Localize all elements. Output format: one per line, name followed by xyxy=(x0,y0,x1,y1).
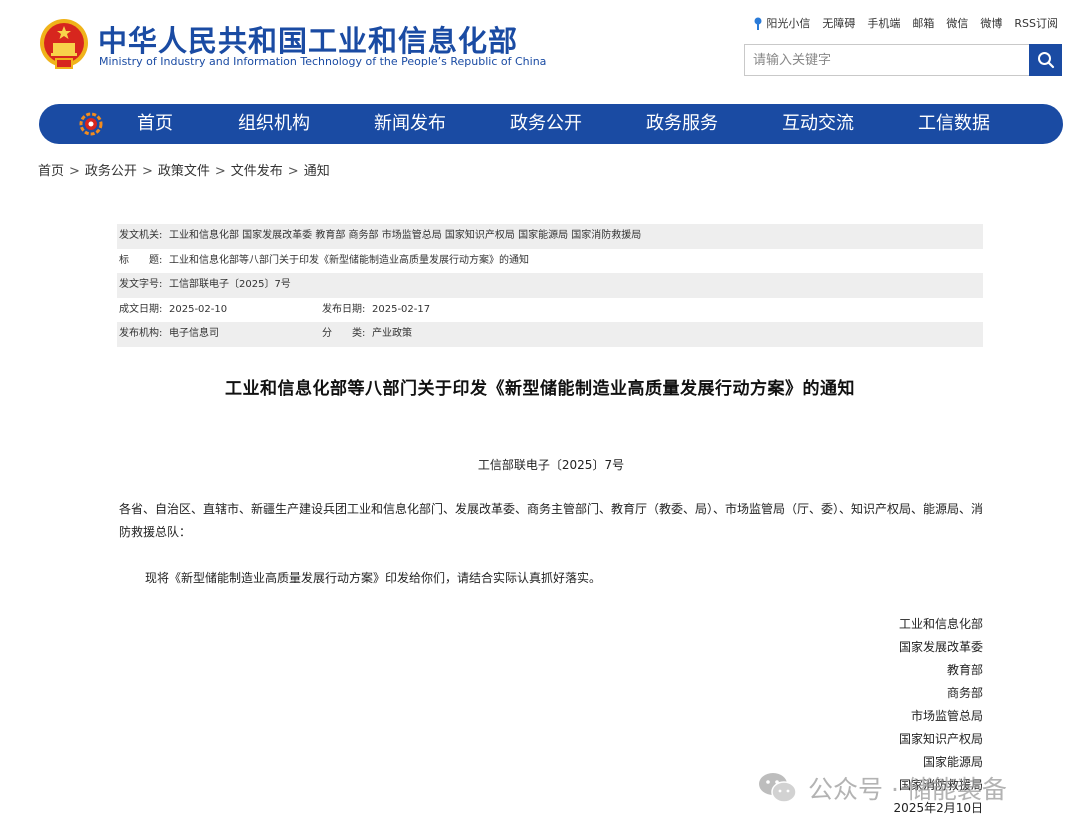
nav-item-news[interactable]: 新闻发布 xyxy=(374,104,446,144)
meta-row-doc-number: 发文字号: 工信部联电子〔2025〕7号 xyxy=(117,273,983,298)
top-link-accessibility[interactable]: 无障碍 xyxy=(822,15,855,31)
breadcrumb-separator: > xyxy=(214,164,226,179)
breadcrumb-notice[interactable]: 通知 xyxy=(304,164,330,179)
top-link-weibo[interactable]: 微博 xyxy=(980,15,1002,31)
signatory: 市场监管总局 xyxy=(910,709,983,723)
meta-value: 工业和信息化部 国家发展改革委 教育部 商务部 市场监管总局 国家知识产权局 国… xyxy=(169,230,642,241)
meta-label: 发文字号: xyxy=(119,279,163,290)
meta-label: 发布机构: xyxy=(119,328,163,339)
nav-item-government-affairs[interactable]: 政务公开 xyxy=(510,104,582,144)
main-nav: 首页 组织机构 新闻发布 政务公开 政务服务 互动交流 工信数据 xyxy=(39,104,1063,144)
search-box xyxy=(744,44,1062,76)
article-body: 现将《新型储能制造业高质量发展行动方案》印发给你们，请结合实际认真抓好落实。 xyxy=(145,571,602,585)
nav-item-data[interactable]: 工信数据 xyxy=(918,104,990,144)
breadcrumb-policy-documents[interactable]: 政策文件 xyxy=(158,164,210,179)
search-icon xyxy=(1037,52,1054,69)
site-subtitle: Ministry of Industry and Information Tec… xyxy=(99,55,547,68)
search-input[interactable] xyxy=(745,45,1029,75)
watermark: 公众号 · 储能装备 xyxy=(758,770,1007,806)
wechat-icon xyxy=(759,773,797,803)
signatory: 国家发展改革委 xyxy=(898,640,983,654)
meta-label: 标 题: xyxy=(119,254,163,266)
document-metadata: 发文机关: 工业和信息化部 国家发展改革委 教育部 商务部 市场监管总局 国家知… xyxy=(117,224,983,347)
breadcrumb-document-release[interactable]: 文件发布 xyxy=(231,164,283,179)
meta-row-dates: 成文日期: 2025-02-10 发布日期: 2025-02-17 xyxy=(117,298,983,323)
signatory: 教育部 xyxy=(946,663,983,677)
signatory: 商务部 xyxy=(946,686,983,700)
national-emblem-icon[interactable] xyxy=(38,16,90,72)
search-button[interactable] xyxy=(1029,44,1062,76)
top-links: 阳光小信 无障碍 手机端 邮箱 微信 微博 RSS订阅 xyxy=(754,15,1058,31)
breadcrumb-separator: > xyxy=(287,164,299,179)
top-link-rss[interactable]: RSS订阅 xyxy=(1014,15,1058,31)
meta-value: 2025-02-10 xyxy=(169,303,228,315)
meta-value: 电子信息司 xyxy=(169,328,219,339)
top-link-label: 阳光小信 xyxy=(766,17,811,30)
meta-value: 产业政策 xyxy=(372,328,412,339)
article-recipients: 各省、自治区、直辖市、新疆生产建设兵团工业和信息化部门、发展改革委、商务主管部门… xyxy=(119,502,984,539)
breadcrumb-government-affairs[interactable]: 政务公开 xyxy=(85,164,137,179)
meta-value: 工业和信息化部等八部门关于印发《新型储能制造业高质量发展行动方案》的通知 xyxy=(169,254,529,266)
top-link-wechat[interactable]: 微信 xyxy=(946,15,968,31)
article-doc-number: 工信部联电子〔2025〕7号 xyxy=(477,458,625,472)
meta-value: 2025-02-17 xyxy=(372,303,431,315)
nav-item-services[interactable]: 政务服务 xyxy=(646,104,718,144)
signatory: 工业和信息化部 xyxy=(898,617,983,631)
meta-label: 发布日期: xyxy=(322,303,366,315)
site-title: 中华人民共和国工业和信息化部 xyxy=(98,24,519,58)
breadcrumb-separator: > xyxy=(141,164,153,179)
meta-row-title: 标 题: 工业和信息化部等八部门关于印发《新型储能制造业高质量发展行动方案》的通… xyxy=(117,249,983,274)
meta-value: 工信部联电子〔2025〕7号 xyxy=(169,279,291,290)
lamp-icon xyxy=(754,17,762,31)
signatory: 国家知识产权局 xyxy=(898,732,983,746)
article-title: 工业和信息化部等八部门关于印发《新型储能制造业高质量发展行动方案》的通知 xyxy=(225,379,855,399)
meta-label: 成文日期: xyxy=(119,303,163,315)
nav-item-home[interactable]: 首页 xyxy=(137,104,173,144)
meta-label: 分 类: xyxy=(322,328,366,339)
miit-logo-icon[interactable] xyxy=(79,112,103,136)
top-link-mobile[interactable]: 手机端 xyxy=(867,15,900,31)
breadcrumb-separator: > xyxy=(69,164,80,179)
breadcrumb-home[interactable]: 首页 xyxy=(38,164,64,179)
meta-label: 发文机关: xyxy=(119,230,163,241)
watermark-text: 公众号 · 储能装备 xyxy=(808,775,1007,804)
top-link-mail[interactable]: 邮箱 xyxy=(912,15,934,31)
breadcrumb: 首页 > 政务公开 > 政策文件 > 文件发布 > 通知 xyxy=(38,160,330,179)
nav-item-interaction[interactable]: 互动交流 xyxy=(782,104,854,144)
nav-item-organization[interactable]: 组织机构 xyxy=(238,104,310,144)
top-link-sunshine[interactable]: 阳光小信 xyxy=(754,15,810,31)
meta-row-issuer: 发文机关: 工业和信息化部 国家发展改革委 教育部 商务部 市场监管总局 国家知… xyxy=(117,224,983,249)
meta-row-org: 发布机构: 电子信息司 分 类: 产业政策 xyxy=(117,322,983,347)
